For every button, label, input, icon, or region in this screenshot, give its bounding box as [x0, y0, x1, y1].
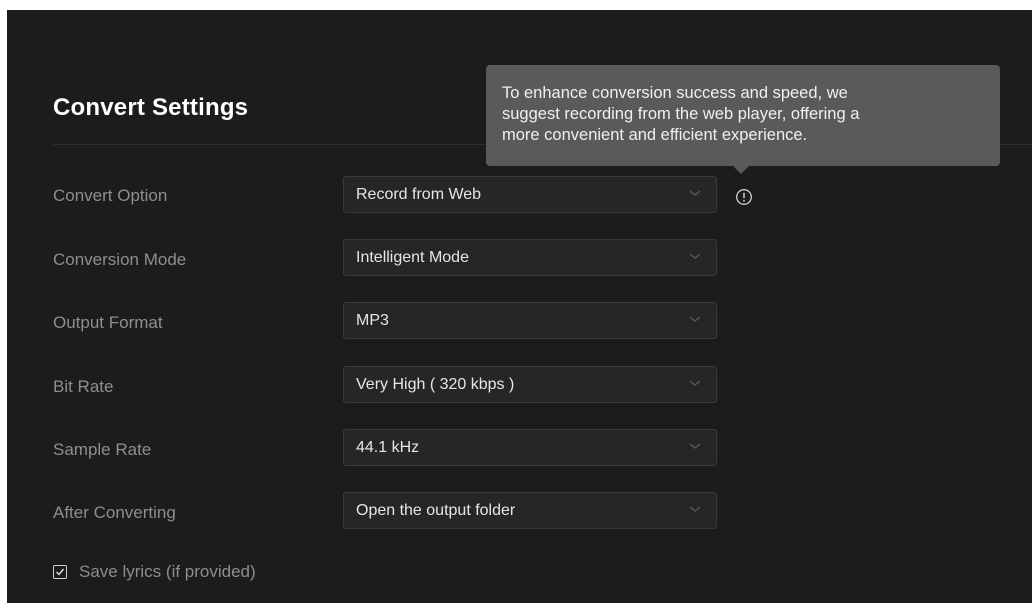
conversion-mode-label: Conversion Mode: [53, 250, 187, 269]
chevron-down-icon: [689, 380, 701, 386]
convert-option-value: Record from Web: [356, 186, 482, 203]
checkmark-icon: [56, 568, 65, 576]
bit-rate-label: Bit Rate: [53, 377, 114, 396]
convert-option-label: Convert Option: [53, 186, 168, 205]
convert-option-select[interactable]: Record from Web: [343, 176, 717, 213]
output-format-value: MP3: [356, 312, 389, 329]
save-lyrics-checkbox-row[interactable]: Save lyrics (if provided): [53, 562, 256, 582]
bit-rate-select[interactable]: Very High ( 320 kbps ): [343, 366, 717, 403]
tooltip-arrow: [733, 166, 749, 174]
settings-panel: Convert Settings Convert Option Record f…: [7, 10, 1032, 603]
chevron-down-icon: [689, 190, 701, 196]
after-converting-label: After Converting: [53, 503, 176, 522]
sample-rate-value: 44.1 kHz: [356, 439, 420, 456]
info-tooltip: To enhance conversion success and speed,…: [486, 65, 1000, 166]
info-circle-icon[interactable]: [735, 188, 753, 206]
conversion-mode-select[interactable]: Intelligent Mode: [343, 239, 717, 276]
page-title: Convert Settings: [53, 94, 249, 121]
save-lyrics-label: Save lyrics (if provided): [79, 562, 256, 581]
tooltip-line-3: more convenient and efficient experience…: [502, 126, 808, 144]
conversion-mode-value: Intelligent Mode: [356, 249, 469, 266]
tooltip-line-2: suggest recording from the web player, o…: [502, 105, 860, 123]
sample-rate-select[interactable]: 44.1 kHz: [343, 429, 717, 466]
output-format-select[interactable]: MP3: [343, 302, 717, 339]
chevron-down-icon: [689, 506, 701, 512]
bit-rate-value: Very High ( 320 kbps ): [356, 376, 515, 393]
chevron-down-icon: [689, 443, 701, 449]
tooltip-line-1: To enhance conversion success and speed,…: [502, 84, 848, 102]
chevron-down-icon: [689, 316, 701, 322]
after-converting-select[interactable]: Open the output folder: [343, 492, 717, 529]
save-lyrics-checkbox[interactable]: [53, 565, 67, 579]
sample-rate-label: Sample Rate: [53, 440, 152, 459]
output-format-label: Output Format: [53, 313, 163, 332]
chevron-down-icon: [689, 253, 701, 259]
after-converting-value: Open the output folder: [356, 502, 516, 519]
